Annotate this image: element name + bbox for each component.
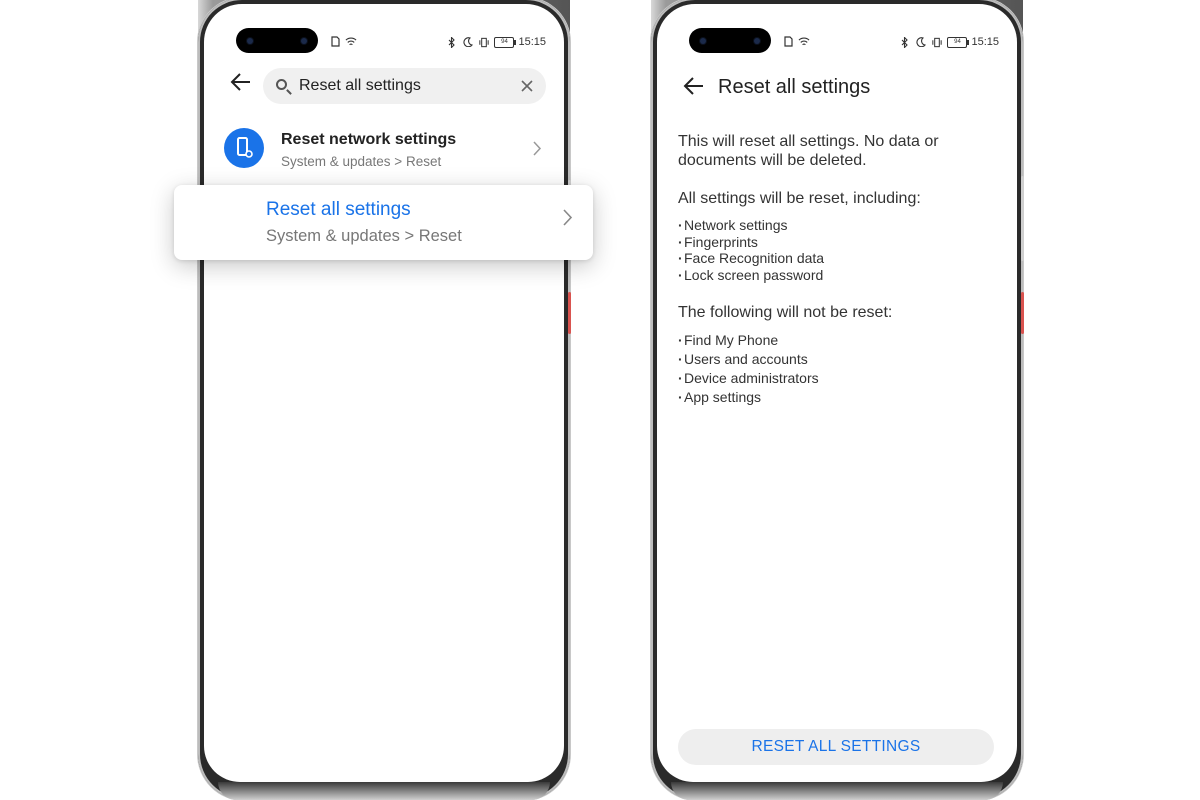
- power-button: [568, 292, 571, 334]
- keep-items-list: Find My Phone Users and accounts Device …: [678, 331, 819, 407]
- camera-cutout: [236, 28, 318, 53]
- right-phone: 94 15:15 Reset all settings This will re…: [651, 0, 1024, 800]
- left-phone: 94 15:15 Reset all settings Reset networ…: [198, 0, 571, 800]
- list-item: Lock screen password: [678, 267, 824, 284]
- highlighted-result-card[interactable]: Reset all settings System & updates > Re…: [174, 185, 593, 260]
- sim-icon: [782, 36, 794, 47]
- bluetooth-icon: [899, 36, 911, 48]
- result-subtitle: System & updates > Reset: [281, 154, 442, 169]
- status-time: 15:15: [518, 36, 546, 48]
- status-left: [782, 36, 810, 47]
- wifi-icon: [798, 36, 810, 47]
- side-button: [1021, 176, 1024, 261]
- highlighted-result-title: Reset all settings: [266, 199, 411, 220]
- search-input-value[interactable]: Reset all settings: [299, 77, 421, 95]
- status-right: 94 15:15: [899, 36, 999, 48]
- back-arrow-icon[interactable]: [683, 76, 705, 101]
- phone-settings-icon: [224, 128, 264, 168]
- phone-bottom-edge: [218, 782, 550, 800]
- search-icon: [276, 79, 287, 90]
- phone-screen: 94 15:15 Reset all settings This will re…: [657, 4, 1017, 782]
- close-icon[interactable]: [520, 75, 534, 97]
- vibrate-icon: [478, 37, 490, 48]
- vibrate-icon: [931, 37, 943, 48]
- result-title: Reset network settings: [281, 131, 457, 148]
- bluetooth-icon: [446, 36, 458, 48]
- reset-items-list: Network settings Fingerprints Face Recog…: [678, 217, 824, 283]
- keep-heading: The following will not be reset:: [678, 304, 893, 321]
- power-button: [1021, 292, 1024, 334]
- list-item: App settings: [678, 388, 819, 407]
- sim-icon: [329, 36, 341, 47]
- intro-text: This will reset all settings. No data or…: [678, 133, 939, 169]
- status-time: 15:15: [971, 36, 999, 48]
- status-left: [329, 36, 357, 47]
- battery-icon: 94: [947, 36, 970, 48]
- list-item: Find My Phone: [678, 331, 819, 350]
- list-item: Fingerprints: [678, 234, 824, 251]
- highlighted-result-subtitle: System & updates > Reset: [266, 227, 462, 245]
- status-right: 94 15:15: [446, 36, 546, 48]
- moon-icon: [462, 37, 474, 48]
- list-item: Users and accounts: [678, 350, 819, 369]
- list-item: Device administrators: [678, 369, 819, 388]
- battery-icon: 94: [494, 36, 517, 48]
- page-title: Reset all settings: [718, 76, 871, 98]
- back-arrow-icon[interactable]: [230, 72, 252, 97]
- list-item: Network settings: [678, 217, 824, 234]
- chevron-right-icon: [533, 140, 542, 160]
- camera-lens: [247, 38, 253, 44]
- wifi-icon: [345, 36, 357, 47]
- camera-lens: [754, 38, 760, 44]
- chevron-right-icon: [563, 208, 573, 230]
- moon-icon: [915, 37, 927, 48]
- phone-bottom-edge: [671, 782, 1003, 800]
- reset-all-settings-button[interactable]: RESET ALL SETTINGS: [678, 729, 994, 765]
- reset-heading: All settings will be reset, including:: [678, 190, 921, 207]
- camera-cutout: [689, 28, 771, 53]
- list-item: Face Recognition data: [678, 250, 824, 267]
- camera-lens: [301, 38, 307, 44]
- phone-screen: 94 15:15 Reset all settings Reset networ…: [204, 4, 564, 782]
- search-input[interactable]: Reset all settings: [263, 68, 546, 104]
- camera-lens: [700, 38, 706, 44]
